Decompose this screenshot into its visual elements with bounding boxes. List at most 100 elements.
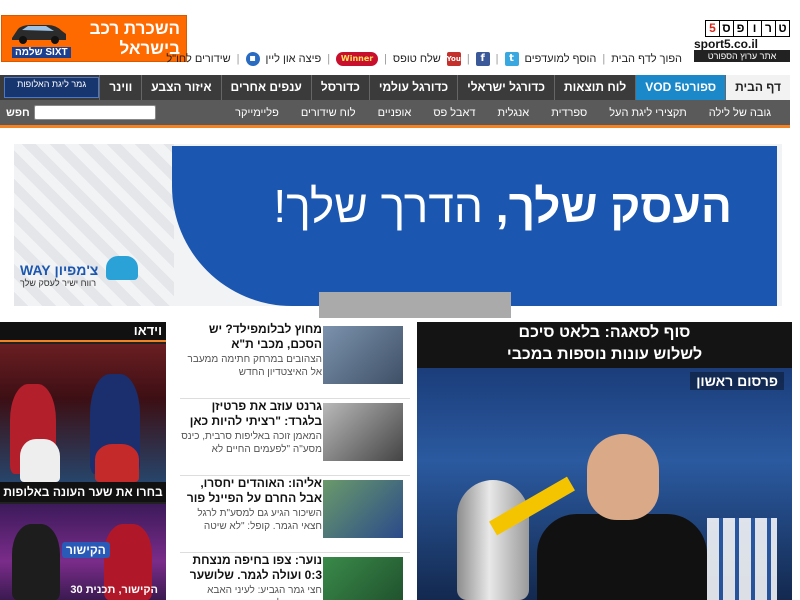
coach-head (587, 434, 659, 520)
search-input[interactable] (33, 105, 156, 120)
nav-other-sports[interactable]: ענפים אחרים (220, 75, 311, 100)
main-story-title-line1: סוף לסאגה: בלאט סיכם (518, 324, 691, 341)
main-story[interactable]: סוף לסאגה: בלאט סיכם לשלוש עונות נוספות … (417, 322, 792, 600)
top-links: הפוך לדף הבית | הוסף למועדפים t | f | Yo… (166, 50, 682, 68)
news-thumbnail[interactable] (323, 403, 403, 461)
subnav-item[interactable]: אנגלית (487, 107, 541, 119)
champion-way-logo: צ'מפיון WAY רווח ישיר לעסק שלך (20, 256, 139, 288)
video-column: וידאו בחרו את שער העונה באלופות הקישור ה… (0, 322, 166, 600)
champion-way-name: צ'מפיון WAY (20, 262, 99, 278)
main-story-title[interactable]: סוף לסאגה: בלאט סיכם לשלוש עונות נוספות … (417, 322, 792, 368)
twitter-icon[interactable]: t (504, 52, 519, 66)
divider: | (495, 53, 499, 65)
sub-nav: גובה של לילה תקצירי ליגת העל ספרדית אנגל… (0, 100, 790, 128)
set-homepage-link[interactable]: הפוך לדף הבית (611, 53, 682, 65)
nav-world-football[interactable]: כדורגל עולמי (368, 75, 457, 100)
video-header[interactable]: וידאו (0, 322, 166, 342)
car-icon (12, 25, 66, 44)
dominos-icon[interactable]: ▪ (245, 52, 260, 66)
logo-letter: ר (761, 20, 776, 37)
divider: | (327, 53, 331, 65)
logo-letter: פ (733, 20, 748, 37)
logo-url: sport5.co.il (694, 37, 759, 51)
subnav-item[interactable]: גובה של לילה (698, 107, 782, 119)
logo-letter: ט (775, 20, 790, 37)
news-summary: חצי גמר הגביע: לעיני האבא ואמא, הבלוגר ה… (207, 585, 322, 600)
banner-gray-strip (319, 292, 511, 318)
main-nav: דף הבית ספורט5 VOD לוח תוצאות כדורגל ישר… (0, 75, 790, 100)
nav-israeli-football[interactable]: כדורגל ישראלי (457, 75, 554, 100)
news-title[interactable]: אליהו: האוהדים יחסרו, אבל החרם על הפיינל… (180, 476, 322, 506)
subnav-item[interactable]: אופניים (367, 107, 423, 119)
divider: | (466, 53, 470, 65)
search-box: חפש (6, 105, 156, 120)
presenter-figure (12, 524, 60, 600)
news-thumbnail[interactable] (323, 557, 403, 600)
banner-headline: העסק שלך, הדרך שלך! (273, 179, 732, 233)
first-publication-label: פרסום ראשון (690, 372, 784, 390)
nav-results[interactable]: לוח תוצאות (554, 75, 635, 100)
flags-background (707, 518, 777, 600)
subnav-item[interactable]: תקצירי ליגת העל (598, 107, 697, 119)
champion-way-banner[interactable]: העסק שלך, הדרך שלך! צ'מפיון WAY רווח ישי… (14, 144, 782, 306)
news-item[interactable]: גרנט עוזב את פרטיזן בלגרד: "רציתי להיות … (180, 399, 410, 476)
coach-figure (537, 514, 707, 600)
logo-letters: 5 ס פ ו ר ט (705, 20, 790, 37)
car-ad-brand: שלמה SIXT (12, 47, 71, 58)
video-thumbnail-show[interactable]: הקישור הקישור, תכנית 30 (0, 504, 166, 600)
subnav-item[interactable]: ספרדית (540, 107, 598, 119)
logo-tagline: אתר ערוץ הספורט (694, 50, 790, 62)
winner-logo-icon[interactable]: Winner (336, 52, 379, 66)
news-title[interactable]: גרנט עוזב את פרטיזן בלגרד: "רציתי להיות … (180, 399, 322, 429)
nav-basketball[interactable]: כדורסל (310, 75, 369, 100)
subnav-item[interactable]: לוח שידורים (290, 107, 367, 119)
news-thumbnail[interactable] (323, 480, 403, 538)
banner-headline-bold: העסק שלך, (495, 180, 732, 232)
subnav-item[interactable]: דאבל פס (422, 107, 486, 119)
main-story-photo[interactable] (417, 368, 792, 600)
divider: | (384, 53, 387, 65)
nav-color-zone[interactable]: איזור הצבע (141, 75, 220, 100)
divider: | (236, 53, 240, 65)
champion-way-sub: רווח ישיר לעסק שלך (20, 278, 97, 288)
news-title[interactable]: נוער: צפו בחיפה מנצחת 0:3 ועולה לגמר. של… (180, 553, 322, 583)
divider: | (602, 53, 606, 65)
news-thumbnail[interactable] (323, 326, 403, 384)
news-item[interactable]: אליהו: האוהדים יחסרו, אבל החרם על הפיינל… (180, 476, 410, 553)
news-item[interactable]: נוער: צפו בחיפה מנצחת 0:3 ועולה לגמר. של… (180, 553, 410, 600)
player-figure (95, 444, 139, 482)
search-button[interactable]: חפש (6, 107, 30, 119)
facebook-icon[interactable]: f (475, 52, 490, 66)
video-caption-goals[interactable]: בחרו את שער העונה באלופות (0, 482, 166, 502)
logo-letter: ס (719, 20, 734, 37)
logo-letter: 5 (705, 20, 720, 37)
add-favorites-link[interactable]: הוסף למועדפים (525, 53, 597, 65)
nav-home[interactable]: דף הבית (725, 75, 790, 100)
nav-vod[interactable]: ספורט5 VOD (635, 75, 726, 100)
car-icon (106, 256, 139, 280)
trophy-icon (457, 480, 529, 600)
subnav-item[interactable]: פליימייקר (224, 107, 290, 119)
car-ad-line1: השכרת רכב (89, 19, 180, 38)
news-list: מחוץ לבלומפילד? יש הסכם, מכבי ת"א הצהובי… (180, 322, 410, 600)
broadcasts-abroad-link[interactable]: שידורים לחו"ל (166, 53, 230, 65)
video-thumbnail-goals[interactable] (0, 344, 166, 482)
news-summary: המאמן זוכה באליפות סרבית, כינס מסע"ה "לפ… (181, 431, 322, 455)
news-summary: הצהובים במרחק חתימה ממעבר אל האיצטדיון ה… (187, 354, 322, 378)
banner-headline-light: הדרך שלך! (273, 180, 484, 232)
show-logo: הקישור (62, 542, 110, 558)
video-caption-show: הקישור, תכנית 30 (70, 584, 158, 596)
sport5-logo[interactable]: 5 ס פ ו ר ט sport5.co.il אתר ערוץ הספורט (694, 20, 790, 62)
logo-letter: ו (747, 20, 762, 37)
player-figure (20, 439, 60, 482)
news-summary: השיכור הגיע גם למסע"ת לרגל חצאי הגמר. קו… (197, 508, 322, 532)
news-item[interactable]: מחוץ לבלומפילד? יש הסכם, מכבי ת"א הצהובי… (180, 322, 410, 399)
pizza-online-link[interactable]: פיצה און ליין (266, 53, 322, 65)
news-title[interactable]: מחוץ לבלומפילד? יש הסכם, מכבי ת"א (180, 322, 322, 352)
champions-league-final-promo[interactable]: גמר ליגת האלופות (4, 77, 100, 98)
main-story-title-line2: לשלוש עונות נוספות במכבי (506, 346, 703, 363)
send-form-link[interactable]: שלח טופס (393, 53, 441, 65)
car-rental-ad[interactable]: השכרת רכב בישראל שלמה SIXT (1, 15, 187, 62)
nav-winner[interactable]: ווינר (99, 75, 141, 100)
youtube-icon[interactable]: You (447, 52, 461, 66)
